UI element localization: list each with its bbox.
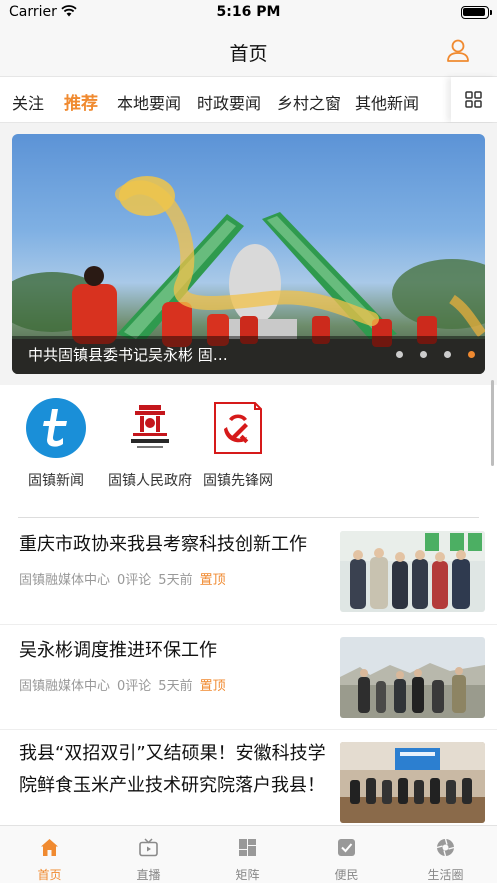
news-time: 5天前	[158, 679, 193, 694]
news-source: 固镇融媒体中心	[19, 679, 111, 694]
tab-follow[interactable]: 关注	[12, 90, 44, 114]
guzhen-news-logo-icon	[26, 398, 86, 458]
tab-live[interactable]: 直播	[99, 826, 198, 883]
pagination-dot-active[interactable]	[468, 351, 475, 358]
banner-carousel[interactable]: 中共固镇县委书记吴永彬 固…	[12, 134, 485, 374]
page-title: 首页	[229, 43, 268, 65]
tab-other-news[interactable]: 其他新闻	[355, 90, 419, 114]
shortcut-government[interactable]: 固镇人民政府	[102, 397, 198, 490]
clock: 5:16 PM	[216, 4, 281, 20]
shortcut-label: 固镇先锋网	[203, 473, 273, 489]
news-source: 固镇融媒体中心	[19, 573, 111, 588]
matrix-icon	[239, 839, 256, 856]
news-item[interactable]: 重庆市政协来我县考察科技创新工作 固镇融媒体中心 0评论 5天前 置顶	[0, 519, 497, 625]
channel-manage-button[interactable]	[451, 77, 497, 122]
news-item[interactable]: 我县“双招双引”又结硕果！安徽科技学院鲜食玉米产业技术研究院落户我县！	[0, 730, 497, 825]
news-title: 重庆市政协来我县考察科技创新工作	[19, 534, 307, 555]
pagination-dot[interactable]	[396, 351, 403, 358]
tab-services[interactable]: 便民	[297, 826, 396, 883]
bottom-tab-bar: 首页 直播 矩阵 便民 生活圈	[0, 825, 497, 883]
nav-bar: 首页	[0, 26, 497, 76]
news-item[interactable]: 吴永彬调度推进环保工作 固镇融媒体中心 0评论 5天前 置顶	[0, 625, 497, 730]
banner-section: 中共固镇县委书记吴永彬 固…	[0, 123, 497, 385]
channel-tabs: 关注 推荐 本地要闻 时政要闻 乡村之窗 其他新闻	[0, 76, 497, 123]
user-icon[interactable]	[446, 38, 470, 64]
shortcut-pioneer[interactable]: 固镇先锋网	[190, 397, 286, 490]
banner-pagination	[396, 351, 475, 358]
party-emblem-icon	[214, 402, 262, 454]
checkbox-icon	[338, 839, 355, 856]
news-title: 吴永彬调度推进环保工作	[19, 640, 217, 661]
tab-recommend[interactable]: 推荐	[64, 89, 98, 114]
tab-label: 生活圈	[427, 868, 464, 882]
tv-icon	[139, 838, 158, 857]
home-icon	[41, 839, 58, 856]
news-meta: 固镇融媒体中心 0评论 5天前 置顶	[19, 675, 233, 694]
tab-label: 首页	[37, 868, 62, 882]
news-meta: 固镇融媒体中心 0评论 5天前 置顶	[19, 569, 233, 588]
shortcut-guzhen-news[interactable]: 固镇新闻	[8, 397, 104, 490]
news-comments: 0评论	[117, 679, 152, 694]
news-thumbnail	[340, 531, 485, 612]
section-divider	[18, 517, 479, 518]
pinned-tag: 置顶	[199, 573, 226, 588]
scrollbar[interactable]	[491, 380, 494, 466]
tab-label: 直播	[136, 868, 161, 882]
news-time: 5天前	[158, 573, 193, 588]
aperture-icon	[436, 838, 455, 857]
news-thumbnail	[340, 742, 485, 823]
tab-politics-news[interactable]: 时政要闻	[197, 90, 261, 114]
tab-local-news[interactable]: 本地要闻	[117, 90, 181, 114]
tab-label: 矩阵	[235, 868, 260, 882]
pagination-dot[interactable]	[420, 351, 427, 358]
battery-icon	[461, 6, 492, 19]
pinned-tag: 置顶	[199, 679, 226, 694]
shortcut-row: 固镇新闻 固镇人民政府 固镇先锋网	[0, 385, 497, 505]
news-comments: 0评论	[117, 573, 152, 588]
tab-matrix[interactable]: 矩阵	[198, 826, 297, 883]
tab-label: 便民	[334, 868, 359, 882]
banner-caption: 中共固镇县委书记吴永彬 固…	[28, 346, 228, 364]
shortcut-label: 固镇人民政府	[108, 473, 192, 489]
shortcut-label: 固镇新闻	[28, 473, 84, 489]
pagination-dot[interactable]	[444, 351, 451, 358]
status-bar: Carrier 5:16 PM	[0, 0, 497, 26]
tab-home[interactable]: 首页	[0, 826, 99, 883]
tab-life-circle[interactable]: 生活圈	[396, 826, 495, 883]
news-title: 我县“双招双引”又结硕果！安徽科技学院鲜食玉米产业技术研究院落户我县！	[19, 743, 326, 796]
government-emblem-icon	[131, 405, 169, 448]
grid-icon	[465, 91, 482, 108]
tab-village-window[interactable]: 乡村之窗	[277, 90, 341, 114]
news-thumbnail	[340, 637, 485, 718]
